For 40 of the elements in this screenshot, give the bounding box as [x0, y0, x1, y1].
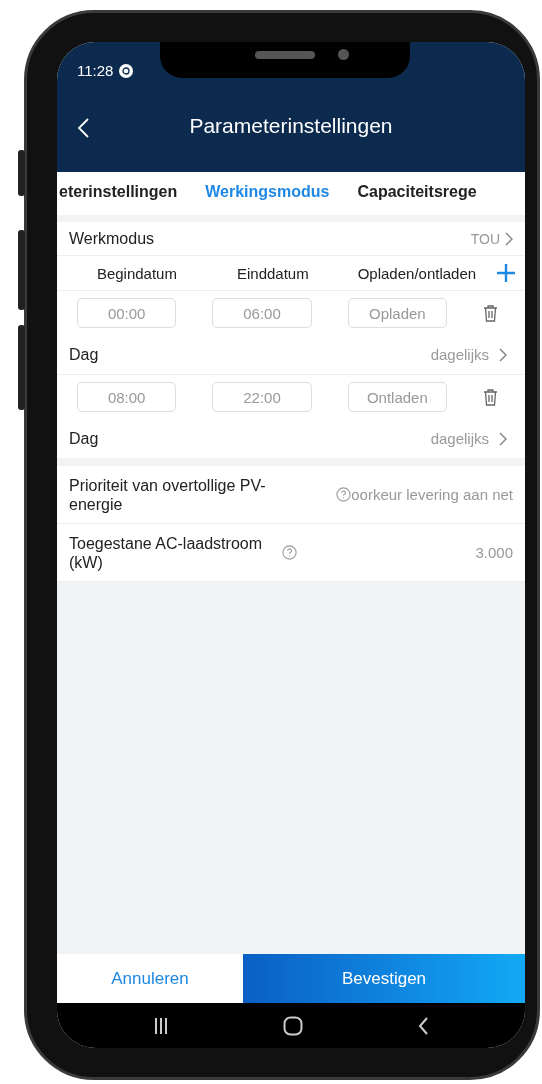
camera-icon	[338, 49, 349, 60]
tab[interactable]: Capaciteitsrege	[357, 172, 477, 215]
time-field[interactable]: 00:00	[77, 298, 177, 328]
chevron-icon	[499, 431, 507, 446]
time-field[interactable]: 08:00	[77, 382, 177, 412]
column-header: Begindatum	[95, 264, 178, 282]
setting-value[interactable]: TOU	[470, 230, 500, 247]
chevron-icon	[499, 347, 507, 362]
time-field[interactable]: 06:00	[212, 298, 312, 328]
trash-icon[interactable]	[483, 388, 498, 406]
speaker-icon	[255, 51, 315, 59]
time-field[interactable]: 22:00	[212, 382, 312, 412]
repeat-label: Dag	[69, 345, 99, 364]
setting-label: Prioriteit van overtollige PV-energie	[69, 475, 267, 514]
status-time: 11:28	[77, 62, 114, 79]
setting-label: Toegestane AC-laadstroom (kW)	[69, 533, 263, 572]
mode-field[interactable]: Opladen	[347, 298, 447, 328]
column-header: Opladen/ontladen	[356, 264, 478, 282]
repeat-label: Dag	[69, 429, 99, 448]
repeat-value[interactable]: dagelijks	[430, 346, 489, 363]
tab[interactable]: Werkingsmodus	[205, 172, 330, 215]
mode-field[interactable]: Ontladen	[347, 382, 447, 412]
cancel-button[interactable]: Annuleren	[57, 954, 243, 1003]
column-header: Einddatum	[235, 264, 310, 282]
help-icon[interactable]	[282, 545, 297, 560]
add-icon[interactable]	[497, 264, 515, 282]
tab[interactable]: eterinstellingen	[59, 172, 178, 215]
setting-value[interactable]: oorkeur levering aan net	[351, 486, 513, 503]
repeat-value[interactable]: dagelijks	[430, 430, 489, 447]
chevron-icon	[505, 231, 513, 246]
recent-apps-icon[interactable]	[154, 1017, 169, 1034]
setting-label: Werkmodus	[69, 229, 155, 248]
home-icon[interactable]	[283, 1015, 303, 1036]
status-icon	[119, 63, 134, 78]
page-title: Parameterinstellingen	[189, 114, 393, 138]
confirm-button[interactable]: Bevestigen	[243, 954, 525, 1003]
back-icon[interactable]	[417, 1016, 428, 1035]
help-icon[interactable]	[336, 487, 352, 502]
setting-value[interactable]: 3.000	[475, 544, 513, 561]
trash-icon[interactable]	[483, 304, 498, 322]
